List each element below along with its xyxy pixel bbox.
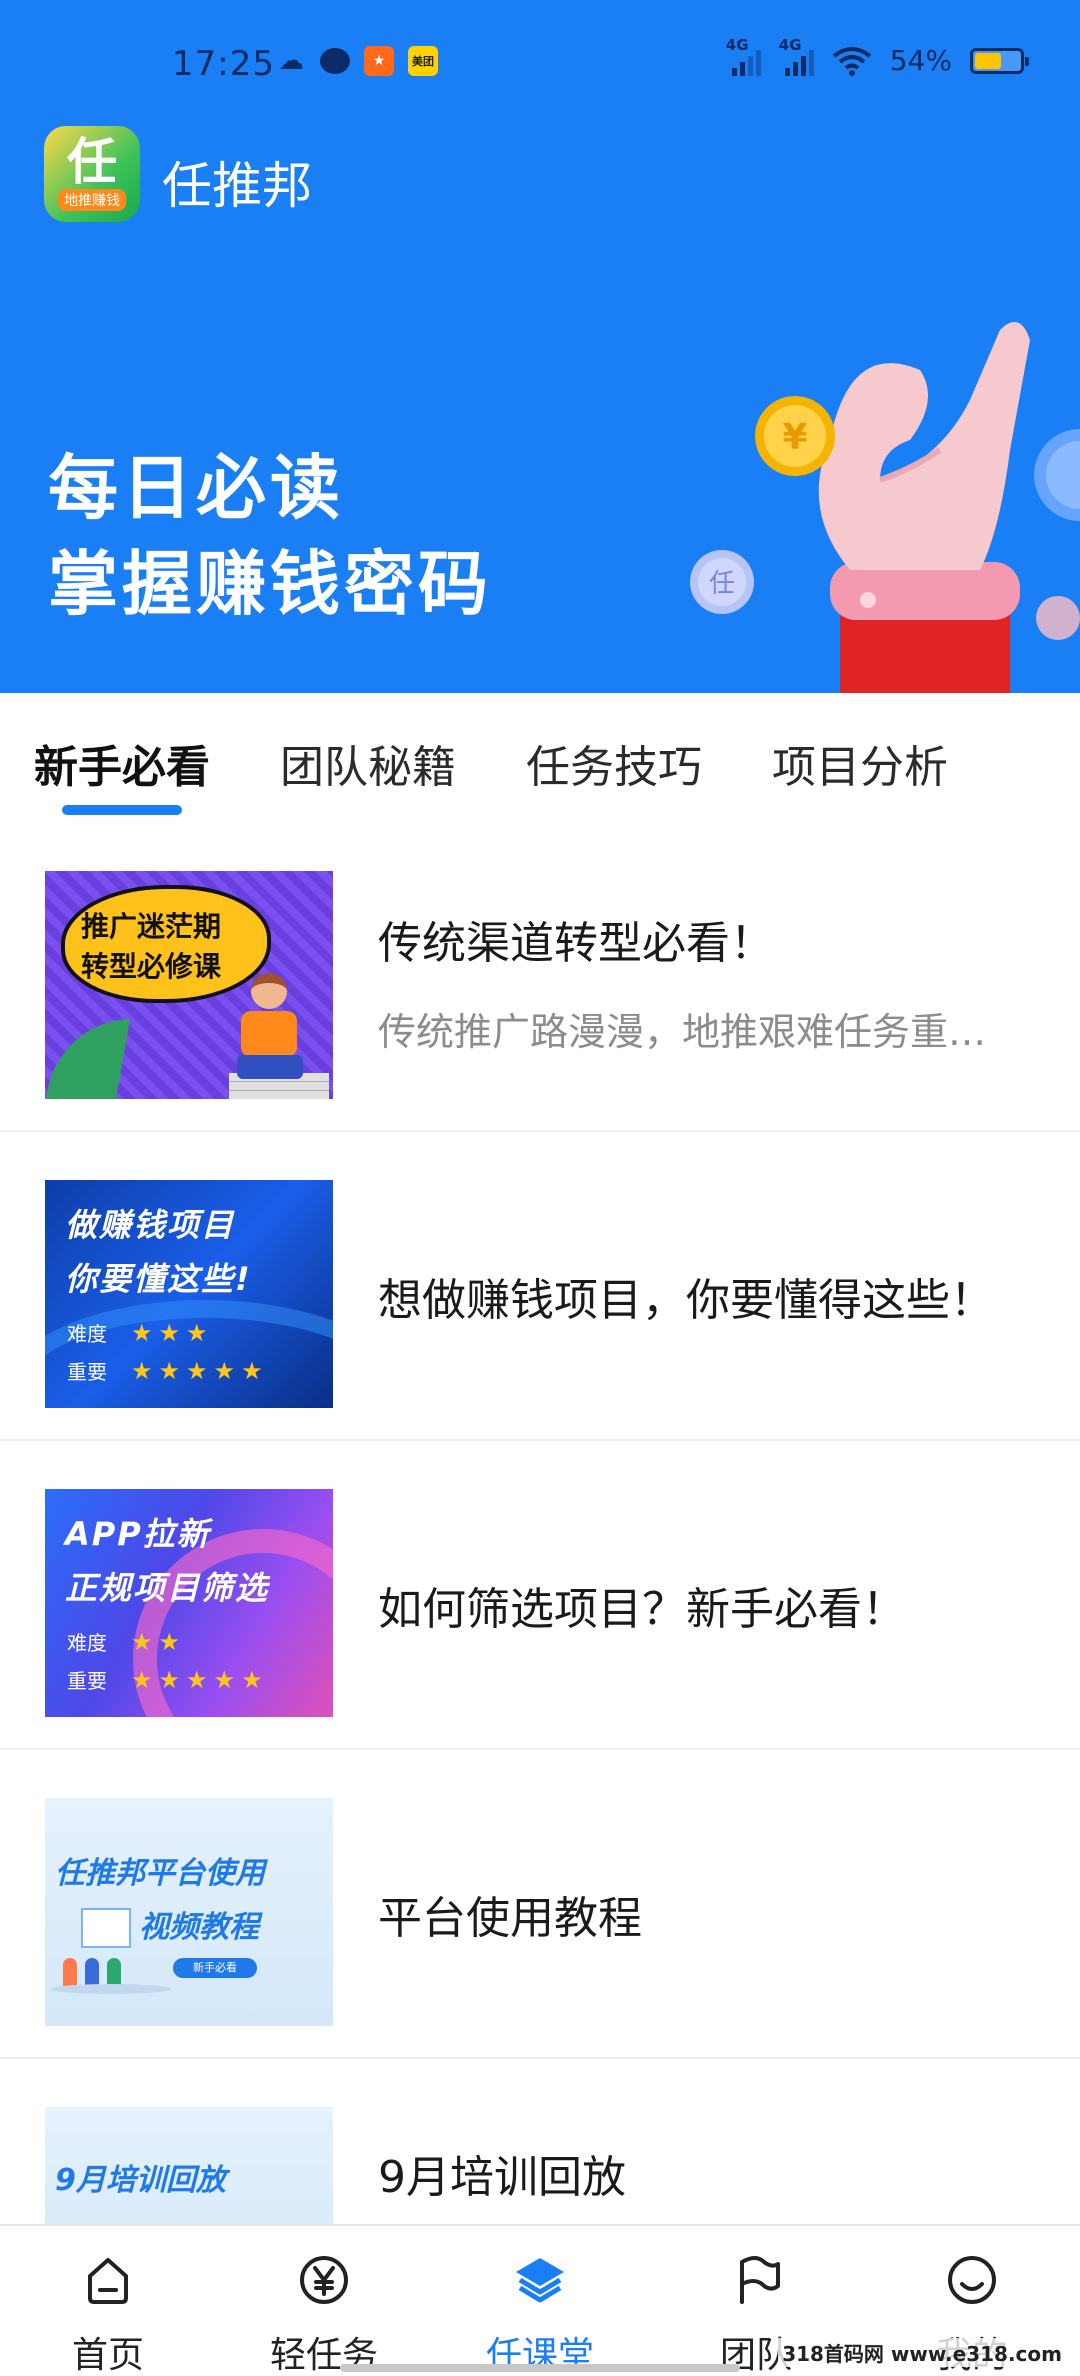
home-indicator[interactable] [340,2364,740,2372]
status-app-icons: ☁ ★ 美团 [276,46,438,76]
nav-light-tasks[interactable]: 轻任务 [216,2226,432,2376]
tab-beginner[interactable]: 新手必看 [34,731,210,795]
article-title: 传统渠道转型必看！ [378,918,774,969]
battery-icon [970,47,1029,74]
article-item[interactable]: 任推邦平台使用 视频教程 新手必看 平台使用教程 [0,1750,1080,2059]
status-time: 17:25 [172,44,275,84]
yuan-coin-icon [300,2256,348,2304]
banner-subheadline: 掌握赚钱密码 [48,543,492,625]
wifi-icon [832,46,871,76]
hero-banner[interactable]: 17:25 ☁ ★ 美团 4G 4G 54% 任 地推赚钱 任推邦 每日必读 掌… [0,0,1080,693]
chat-icon [320,48,350,74]
nav-home[interactable]: 首页 [0,2226,216,2376]
signal-icon: 4G [726,36,761,76]
category-tabs: 新手必看 团队秘籍 任务技巧 项目分析 [0,693,1080,823]
svg-text:任: 任 [709,569,735,599]
tab-task-skills[interactable]: 任务技巧 [526,731,702,795]
article-item[interactable]: 推广迷茫期 转型必修课 传统渠道转型必看！ 传统推广路漫漫，地推艰难任务重… [0,823,1080,1132]
smile-icon [948,2256,996,2304]
hand-coin-illustration: 任 ¥ [690,322,1080,693]
tab-project-analysis[interactable]: 项目分析 [772,731,948,795]
cloud-icon: ☁ [278,46,304,76]
nav-label: 首页 [71,2335,144,2376]
article-thumbnail: 推广迷茫期 转型必修课 [45,871,333,1099]
banner-headline: 每日必读 [48,447,344,529]
status-bar: 17:25 ☁ ★ 美团 4G 4G 54% [0,0,1080,130]
article-title: 平台使用教程 [378,1893,642,1944]
article-item[interactable]: APP拉新 正规项目筛选 难度 ★ ★ 重要 ★ ★ ★ ★ ★ 如何筛选项目？新手必看！ [0,1441,1080,1750]
battery-percent: 54% [889,44,952,77]
nav-classroom[interactable]: 任课堂 [432,2226,648,2376]
orange-app-icon: ★ [364,46,394,76]
active-tab-indicator [62,805,182,815]
tab-team-tips[interactable]: 团队秘籍 [280,731,456,795]
layers-icon [516,2258,564,2303]
svg-text:¥: ¥ [782,417,807,458]
article-item[interactable]: 做赚钱项目 你要懂这些! 难度 ★ ★ ★ 重要 ★ ★ ★ ★ ★ 想做赚钱项目，你要懂得这些… [0,1132,1080,1441]
home-icon [88,2258,128,2304]
app-title: 任推邦 [162,157,312,215]
app-logo: 任 地推赚钱 [44,126,140,222]
flag-icon [740,2256,780,2304]
article-title: 9月培训回放 [378,2152,626,2203]
article-thumbnail: APP拉新 正规项目筛选 难度 ★ ★ 重要 ★ ★ ★ ★ ★ [45,1489,333,1717]
article-title: 如何筛选项目？新手必看！ [378,1584,906,1635]
article-description: 传统推广路漫漫，地推艰难任务重… [378,1010,987,1054]
article-thumbnail: 任推邦平台使用 视频教程 新手必看 [45,1798,333,2026]
status-indicators: 4G 4G 54% [726,36,1029,77]
article-thumbnail: 做赚钱项目 你要懂这些! 难度 ★ ★ ★ 重要 ★ ★ ★ ★ ★ [45,1180,333,1408]
signal-icon: 4G [779,36,814,76]
article-title: 想做赚钱项目，你要懂得这些！ [378,1275,994,1326]
watermark: 318首码网 www.e318.com [778,2338,1066,2367]
meituan-icon: 美团 [408,46,438,76]
